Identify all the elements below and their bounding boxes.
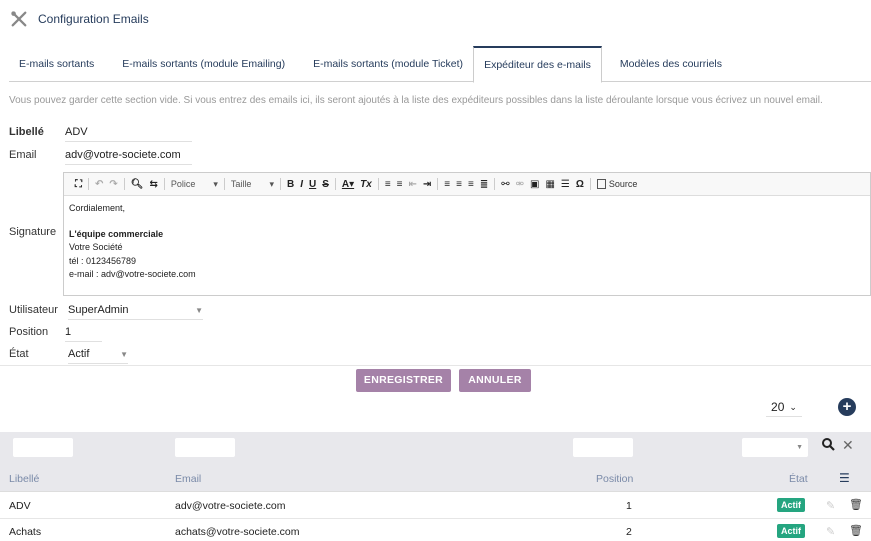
column-header-state[interactable]: État [789,473,808,485]
signature-line: e-mail : adv@votre-societe.com [69,268,196,279]
delete-icon[interactable]: 🗑︎ [849,498,863,511]
tab-bar: E-mails sortants E-mails sortants (modul… [9,46,871,83]
edit-icon[interactable]: ✎ [826,499,835,512]
delete-icon[interactable]: 🗑︎ [849,524,863,537]
undo-icon[interactable]: ↶ [95,179,103,190]
email-input[interactable]: adv@votre-societe.com [65,149,192,165]
table-row[interactable] [0,493,871,519]
underline-icon[interactable]: U [309,179,316,190]
row-position: 1 [626,500,632,512]
chevron-down-icon: ▼ [796,444,803,451]
redo-icon[interactable]: ↷ [109,179,117,190]
plus-icon: + [842,398,852,415]
save-button[interactable]: ENREGISTRER [356,369,451,392]
edit-icon[interactable]: ✎ [826,525,835,538]
column-list-icon[interactable]: ☰ [839,471,850,485]
tab-email-templates[interactable]: Modèles des courriels [610,46,732,82]
chevron-down-icon: ▼ [120,350,128,359]
align-center-icon[interactable]: ≡ [456,179,462,190]
chevron-down-icon: ⌄ [789,401,797,412]
special-char-icon[interactable]: Ω [576,179,584,190]
filter-email-input[interactable] [175,438,235,457]
signature-line: tél : 0123456789 [69,255,137,266]
position-field-label: Position [9,326,49,338]
bullet-list-icon[interactable]: ≡ [397,179,403,190]
page-title: Configuration Emails [10,9,149,29]
add-button[interactable]: + [838,398,856,416]
filter-row [0,432,871,464]
email-field-label: Email [9,149,37,161]
font-select[interactable]: Police ▾ [171,179,218,190]
maximize-icon[interactable]: ⛶ [75,179,82,190]
outdent-icon[interactable]: ⇤ [409,179,417,190]
table-row[interactable] [0,519,871,541]
position-input[interactable]: 1 [65,326,102,342]
image-icon[interactable]: ▣ [530,179,539,190]
size-select[interactable]: Taille ▾ [231,179,274,190]
column-header-email[interactable]: Email [175,473,201,485]
row-position: 2 [626,526,632,538]
source-icon [596,179,606,189]
unlink-icon[interactable]: ⚮ [516,179,524,190]
link-icon[interactable]: ⚯ [501,179,509,190]
tools-icon [11,11,27,27]
user-select-value: SuperAdmin [68,304,129,316]
state-select-value: Actif [68,348,90,360]
column-header-label[interactable]: Libellé [9,473,39,485]
clear-filter-icon[interactable]: ✕ [842,437,854,454]
user-field-label: Utilisateur [9,304,58,316]
row-email: adv@votre-societe.com [175,500,286,512]
find-icon[interactable]: 🔍︎ [131,179,144,190]
tab-email-senders[interactable]: Expéditeur des e-mails [473,46,602,83]
status-badge: Actif [777,524,805,538]
row-label: Achats [9,526,42,538]
signature-line: L'équipe commerciale [69,229,164,240]
italic-icon[interactable]: I [300,179,303,190]
tab-outgoing-emails[interactable]: E-mails sortants [9,46,104,82]
page-title-text: Configuration Emails [38,12,149,26]
divider [0,365,871,366]
remove-format-icon[interactable]: Tx [360,179,372,190]
filter-state-select[interactable]: ▼ [742,438,808,457]
search-icon[interactable] [822,438,835,454]
signature-field-label: Signature [9,226,57,238]
page-size-value: 20 [771,400,785,414]
replace-icon[interactable]: ⇆ [149,179,157,190]
status-badge: Actif [777,498,805,512]
signature-editor[interactable]: ⛶ ↶ ↷ 🔍︎ ⇆ Police ▾ Taille ▾ B I U S A▾ Tx… [63,172,871,296]
chevron-down-icon: ▼ [195,306,203,315]
label-input[interactable]: ADV [65,126,192,142]
label-field-label: Libellé [9,126,44,138]
state-field-label: État [9,348,29,360]
column-header-position[interactable]: Position [596,473,633,485]
editor-content[interactable]: Cordialement, L'équipe commerciale Votre… [64,196,870,287]
filter-label-input[interactable] [13,438,73,457]
info-text: Vous pouvez garder cette section vide. S… [9,95,823,106]
horizontal-rule-icon[interactable]: ☰ [561,179,570,190]
state-select[interactable]: Actif ▼ [68,348,128,364]
source-button[interactable]: Source [596,179,637,189]
user-select[interactable]: SuperAdmin ▼ [68,304,203,320]
signature-line [69,215,865,228]
strike-icon[interactable]: S [322,179,329,190]
row-label: ADV [9,500,31,512]
editor-toolbar: ⛶ ↶ ↷ 🔍︎ ⇆ Police ▾ Taille ▾ B I U S A▾ Tx… [64,173,870,196]
numbered-list-icon[interactable]: ≡ [385,179,391,190]
indent-icon[interactable]: ⇥ [423,179,431,190]
justify-icon[interactable]: ≣ [480,179,488,190]
filter-position-input[interactable] [573,438,633,457]
table-header [0,464,871,492]
page-size-select[interactable]: 20 ⌄ [766,398,802,417]
table-icon[interactable]: ▦ [545,179,554,190]
cancel-button[interactable]: ANNULER [459,369,531,392]
align-left-icon[interactable]: ≡ [444,179,450,190]
align-right-icon[interactable]: ≡ [468,179,474,190]
signature-line: Votre Société [69,242,123,253]
tab-outgoing-ticket[interactable]: E-mails sortants (module Ticket) [303,46,473,82]
tab-outgoing-emailing[interactable]: E-mails sortants (module Emailing) [112,46,295,82]
row-email: achats@votre-societe.com [175,526,300,538]
signature-line: Cordialement, [69,203,126,213]
bold-icon[interactable]: B [287,179,294,190]
text-color-icon[interactable]: A▾ [342,179,354,190]
